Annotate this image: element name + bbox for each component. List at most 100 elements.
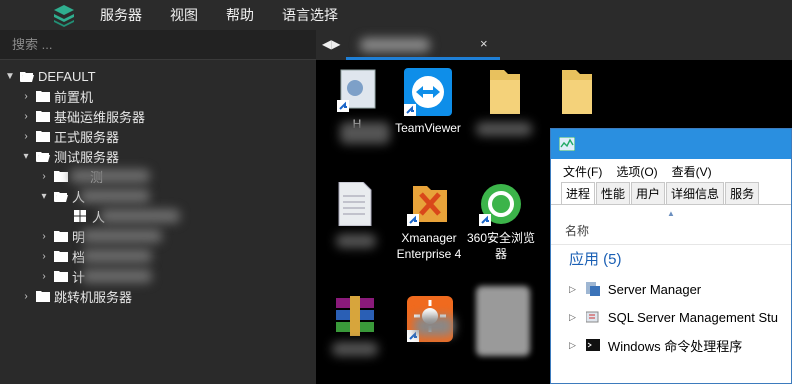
caret-right-icon[interactable]: › <box>20 291 32 302</box>
document-icon <box>338 181 372 227</box>
folder-icon <box>562 70 592 114</box>
caret-down-icon[interactable]: ▾ <box>38 191 50 202</box>
task-manager-titlebar[interactable] <box>551 129 791 159</box>
desktop-icon-winrar[interactable] <box>328 296 382 356</box>
search-input[interactable] <box>0 30 316 59</box>
tree-item-test-4[interactable]: › 档 <box>0 246 316 266</box>
folder-icon <box>36 90 50 102</box>
remote-desktop-app: 服务器 视图 帮助 语言选择 ▼ DEFAULT › 前置机 › <box>0 0 792 384</box>
menu-options[interactable]: 选项(O) <box>616 163 657 180</box>
process-name: Windows 命令处理程序 <box>607 338 743 354</box>
desktop-icon-label: 360安全浏览器 <box>466 231 536 261</box>
windows-icon <box>74 210 86 222</box>
menubar: 服务器 视图 帮助 语言选择 <box>0 0 792 30</box>
tree-label: 前置机 <box>54 89 94 105</box>
group-apps: 应用 (5) <box>569 251 622 268</box>
process-row[interactable]: ▷ Windows 命令处理程序 <box>551 331 791 359</box>
settings-app-icon <box>337 69 376 112</box>
tab-details[interactable]: 详细信息 <box>666 182 725 204</box>
tree-item-prod[interactable]: › 正式服务器 <box>0 126 316 146</box>
process-row[interactable]: ▷ Server Manager <box>551 275 791 303</box>
tree-label: 基础运维服务器 <box>54 109 146 125</box>
task-manager-icon <box>558 136 576 152</box>
desktop-icon-h[interactable]: H <box>326 68 390 144</box>
tree-item-ops[interactable]: › 基础运维服务器 <box>0 106 316 126</box>
folder-icon <box>54 250 68 262</box>
column-header-name[interactable]: 名称 <box>551 221 791 245</box>
tree-label: 测试服务器 <box>54 149 120 165</box>
tree-label: 跳转机服务器 <box>54 289 133 305</box>
caret-right-icon[interactable]: › <box>38 231 50 242</box>
menu-view[interactable]: 查看(V) <box>672 163 712 180</box>
session-tab[interactable] <box>346 30 500 60</box>
process-name: Server Manager <box>607 281 702 297</box>
expand-icon[interactable]: ▷ <box>569 284 576 295</box>
menu-file[interactable]: 文件(F) <box>563 163 602 180</box>
tree-item-test[interactable]: ▾ 测试服务器 <box>0 146 316 166</box>
command-prompt-icon <box>585 339 600 351</box>
server-tree: ▼ DEFAULT › 前置机 › 基础运维服务器 › 正式服务器 ▾ 测试服务… <box>0 66 316 306</box>
tree-label: DEFAULT <box>38 68 96 84</box>
search-box <box>0 30 316 60</box>
folder-icon <box>36 290 50 302</box>
process-name: SQL Server Management Stu <box>607 309 778 325</box>
tab-processes[interactable]: 进程 <box>561 182 596 204</box>
xmanager-icon <box>407 186 447 226</box>
caret-down-icon[interactable]: ▼ <box>4 71 16 82</box>
server-manager-icon <box>585 282 600 296</box>
tab-services[interactable]: 服务 <box>725 182 760 204</box>
desktop-icon-folder-2[interactable] <box>548 68 604 118</box>
tree-item-test-3[interactable]: › 明 <box>0 226 316 246</box>
tree-item-test-5[interactable]: › 计 <box>0 266 316 286</box>
task-manager-menubar: 文件(F) 选项(O) 查看(V) <box>551 159 791 183</box>
caret-right-icon[interactable]: › <box>20 111 32 122</box>
browser-360-icon <box>479 184 521 226</box>
tree-item-test-2[interactable]: ▾ 人 <box>0 186 316 206</box>
menu-help[interactable]: 帮助 <box>226 5 254 25</box>
desktop-icon-teamviewer[interactable]: TeamViewer <box>392 68 464 136</box>
process-row[interactable]: ▷ SQL Server Management Stu <box>551 303 791 331</box>
tree-item-frontend[interactable]: › 前置机 <box>0 86 316 106</box>
folder-icon <box>36 130 50 142</box>
folder-icon <box>36 110 50 122</box>
desktop-icon-orange-app[interactable] <box>404 296 456 346</box>
expand-icon[interactable]: ▷ <box>569 340 576 351</box>
caret-right-icon[interactable]: › <box>20 91 32 102</box>
folder-icon <box>54 270 68 282</box>
menu-view[interactable]: 视图 <box>170 5 198 25</box>
desktop-icon-360-browser[interactable]: 360安全浏览器 <box>466 182 536 262</box>
tree-item-test-1[interactable]: › 测 <box>0 166 316 186</box>
tree-label: 正式服务器 <box>54 129 120 145</box>
desktop-icon-file[interactable] <box>330 181 380 248</box>
folder-icon <box>490 70 520 114</box>
tab-nav-arrows-icon[interactable]: ◀▶ <box>322 37 340 51</box>
menu-language[interactable]: 语言选择 <box>282 5 338 25</box>
caret-right-icon[interactable]: › <box>38 251 50 262</box>
app-logo-icon <box>54 5 74 27</box>
desktop-icon-label: Xmanager Enterprise 4 <box>396 231 462 261</box>
tab-users[interactable]: 用户 <box>631 182 666 204</box>
expand-icon[interactable]: ▷ <box>569 312 576 323</box>
desktop-icon-xmanager[interactable]: Xmanager Enterprise 4 <box>390 182 468 262</box>
winrar-icon <box>336 296 374 336</box>
tree-root-default[interactable]: ▼ DEFAULT <box>0 66 316 86</box>
tab-performance[interactable]: 性能 <box>596 182 631 204</box>
caret-down-icon[interactable]: ▾ <box>20 151 32 162</box>
teamviewer-icon <box>404 68 452 116</box>
sql-server-icon <box>585 311 599 323</box>
caret-right-icon[interactable]: › <box>20 131 32 142</box>
folder-icon <box>54 230 68 242</box>
desktop-icon-folder-1[interactable] <box>476 68 532 136</box>
tab-close-icon[interactable]: × <box>480 36 488 51</box>
folder-icon <box>54 170 68 182</box>
desktop-icon-label: TeamViewer <box>395 121 461 135</box>
tree-item-host[interactable]: 人 <box>0 206 316 226</box>
task-manager-tabs: 进程 性能 用户 详细信息 服务 <box>551 182 791 205</box>
caret-right-icon[interactable]: › <box>38 171 50 182</box>
folder-open-icon <box>36 151 50 162</box>
task-manager-window: 文件(F) 选项(O) 查看(V) 进程 性能 用户 详细信息 服务 ▲ 名称 … <box>550 128 792 384</box>
caret-right-icon[interactable]: › <box>38 271 50 282</box>
tree-item-jump[interactable]: › 跳转机服务器 <box>0 286 316 306</box>
folder-open-icon <box>54 191 68 202</box>
menu-server[interactable]: 服务器 <box>100 5 142 25</box>
